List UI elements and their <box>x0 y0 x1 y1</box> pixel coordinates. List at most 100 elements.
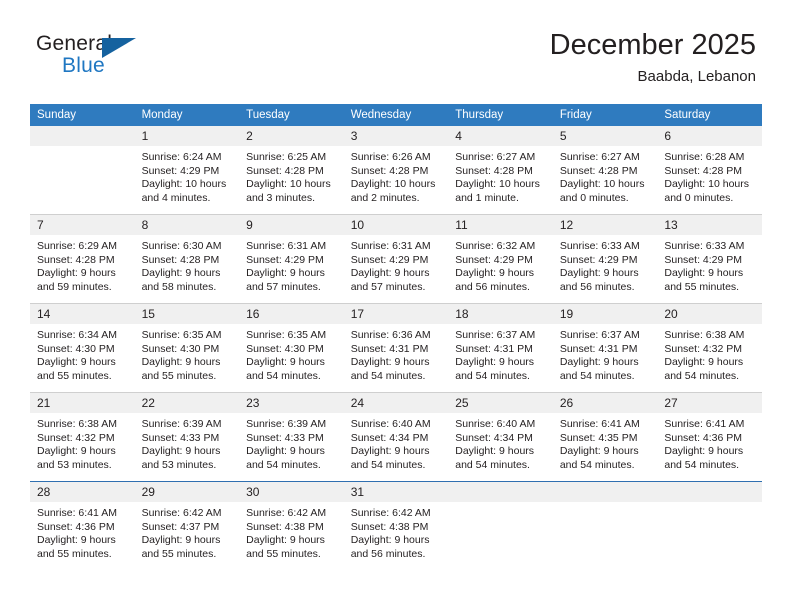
sunset-text: Sunset: 4:28 PM <box>141 253 220 266</box>
daylight-text-line1: Daylight: 9 hours <box>350 267 430 280</box>
day-number: 31 <box>343 482 449 502</box>
day-cell[interactable]: 31 Sunrise: 6:42 AM Sunset: 4:38 PM Dayl… <box>343 481 449 570</box>
day-info: Sunrise: 6:42 AM Sunset: 4:37 PM Dayligh… <box>135 502 240 561</box>
day-info <box>448 502 553 507</box>
daylight-text-line2: and 53 minutes. <box>141 458 217 471</box>
sunrise-text: Sunrise: 6:39 AM <box>141 418 222 430</box>
daylight-text-line2: and 2 minutes. <box>350 191 420 204</box>
daylight-text-line2: and 59 minutes. <box>37 280 112 293</box>
sunset-text: Sunset: 4:30 PM <box>37 342 115 355</box>
daylight-text-line2: and 55 minutes. <box>246 547 321 560</box>
sunset-text: Sunset: 4:38 PM <box>246 520 324 533</box>
sunset-text: Sunset: 4:31 PM <box>559 342 638 355</box>
day-cell[interactable]: 20 Sunrise: 6:38 AM Sunset: 4:32 PM Dayl… <box>657 303 762 393</box>
week-row: 7 Sunrise: 6:29 AM Sunset: 4:28 PM Dayli… <box>30 214 762 304</box>
day-number: 12 <box>552 215 658 235</box>
daylight-text-line2: and 54 minutes. <box>664 458 740 471</box>
weekday-header-monday: Monday <box>134 104 240 126</box>
day-cell[interactable]: 8 Sunrise: 6:30 AM Sunset: 4:28 PM Dayli… <box>134 214 240 304</box>
generalblue-logo[interactable]: General Blue <box>36 32 156 84</box>
sunset-text: Sunset: 4:34 PM <box>350 431 429 444</box>
day-number: 11 <box>448 215 553 235</box>
day-cell[interactable]: 4 Sunrise: 6:27 AM Sunset: 4:28 PM Dayli… <box>448 126 553 215</box>
daylight-text-line2: and 55 minutes. <box>37 369 112 382</box>
day-cell[interactable]: 17 Sunrise: 6:36 AM Sunset: 4:31 PM Dayl… <box>343 303 449 393</box>
day-cell[interactable]: 12 Sunrise: 6:33 AM Sunset: 4:29 PM Dayl… <box>552 214 658 304</box>
day-cell[interactable]: 24 Sunrise: 6:40 AM Sunset: 4:34 PM Dayl… <box>343 392 449 482</box>
daylight-text-line2: and 57 minutes. <box>246 280 321 293</box>
day-cell[interactable]: 11 Sunrise: 6:32 AM Sunset: 4:29 PM Dayl… <box>448 214 553 304</box>
day-cell[interactable]: 14 Sunrise: 6:34 AM Sunset: 4:30 PM Dayl… <box>30 303 135 393</box>
day-cell[interactable]: 25 Sunrise: 6:40 AM Sunset: 4:34 PM Dayl… <box>448 392 553 482</box>
daylight-text-line1: Daylight: 9 hours <box>455 445 535 458</box>
sunset-text: Sunset: 4:28 PM <box>37 253 115 266</box>
day-cell[interactable]: 5 Sunrise: 6:27 AM Sunset: 4:28 PM Dayli… <box>552 126 658 215</box>
sunrise-text: Sunrise: 6:26 AM <box>350 151 431 163</box>
sunset-text: Sunset: 4:28 PM <box>455 164 533 177</box>
day-cell[interactable] <box>552 481 658 570</box>
day-cell[interactable] <box>657 481 762 570</box>
sunset-text: Sunset: 4:29 PM <box>559 253 638 266</box>
day-number: 19 <box>552 304 658 324</box>
daylight-text-line1: Daylight: 9 hours <box>141 445 221 458</box>
sunrise-text: Sunrise: 6:33 AM <box>664 240 745 252</box>
day-cell[interactable]: 16 Sunrise: 6:35 AM Sunset: 4:30 PM Dayl… <box>239 303 344 393</box>
day-cell[interactable] <box>448 481 553 570</box>
day-cell[interactable]: 3 Sunrise: 6:26 AM Sunset: 4:28 PM Dayli… <box>343 126 449 215</box>
sunset-text: Sunset: 4:29 PM <box>350 253 429 266</box>
daylight-text-line1: Daylight: 9 hours <box>141 267 221 280</box>
day-info: Sunrise: 6:25 AM Sunset: 4:28 PM Dayligh… <box>239 146 344 205</box>
day-info: Sunrise: 6:42 AM Sunset: 4:38 PM Dayligh… <box>239 502 344 561</box>
daylight-text-line2: and 57 minutes. <box>350 280 426 293</box>
day-info: Sunrise: 6:39 AM Sunset: 4:33 PM Dayligh… <box>239 413 344 472</box>
day-cell[interactable]: 28 Sunrise: 6:41 AM Sunset: 4:36 PM Dayl… <box>30 481 135 570</box>
daylight-text-line1: Daylight: 10 hours <box>664 178 750 191</box>
day-number: 7 <box>30 215 135 235</box>
sunrise-text: Sunrise: 6:38 AM <box>37 418 117 430</box>
day-cell[interactable]: 15 Sunrise: 6:35 AM Sunset: 4:30 PM Dayl… <box>134 303 240 393</box>
day-info: Sunrise: 6:39 AM Sunset: 4:33 PM Dayligh… <box>135 413 240 472</box>
day-info: Sunrise: 6:31 AM Sunset: 4:29 PM Dayligh… <box>239 235 344 294</box>
day-cell[interactable]: 30 Sunrise: 6:42 AM Sunset: 4:38 PM Dayl… <box>239 481 344 570</box>
day-info: Sunrise: 6:29 AM Sunset: 4:28 PM Dayligh… <box>30 235 135 294</box>
day-info: Sunrise: 6:36 AM Sunset: 4:31 PM Dayligh… <box>344 324 449 383</box>
day-cell[interactable]: 13 Sunrise: 6:33 AM Sunset: 4:29 PM Dayl… <box>657 214 762 304</box>
day-number: 8 <box>134 215 240 235</box>
day-cell[interactable]: 23 Sunrise: 6:39 AM Sunset: 4:33 PM Dayl… <box>239 392 344 482</box>
day-cell[interactable]: 7 Sunrise: 6:29 AM Sunset: 4:28 PM Dayli… <box>30 214 135 304</box>
sunrise-text: Sunrise: 6:31 AM <box>350 240 431 252</box>
day-info: Sunrise: 6:24 AM Sunset: 4:29 PM Dayligh… <box>135 146 240 205</box>
day-cell[interactable]: 19 Sunrise: 6:37 AM Sunset: 4:31 PM Dayl… <box>552 303 658 393</box>
day-cell[interactable]: 10 Sunrise: 6:31 AM Sunset: 4:29 PM Dayl… <box>343 214 449 304</box>
sunrise-text: Sunrise: 6:39 AM <box>246 418 327 430</box>
day-cell[interactable]: 22 Sunrise: 6:39 AM Sunset: 4:33 PM Dayl… <box>134 392 240 482</box>
day-info: Sunrise: 6:34 AM Sunset: 4:30 PM Dayligh… <box>30 324 135 383</box>
calendar-page: General Blue December 2025 Baabda, Leban… <box>0 0 792 612</box>
weekday-header-friday: Friday <box>552 104 658 126</box>
sunrise-text: Sunrise: 6:42 AM <box>350 507 431 519</box>
weekday-header-row: Sunday Monday Tuesday Wednesday Thursday… <box>30 104 762 126</box>
daylight-text-line2: and 54 minutes. <box>350 458 426 471</box>
day-cell[interactable]: 1 Sunrise: 6:24 AM Sunset: 4:29 PM Dayli… <box>134 126 240 215</box>
day-cell[interactable]: 6 Sunrise: 6:28 AM Sunset: 4:28 PM Dayli… <box>657 126 762 215</box>
sunset-text: Sunset: 4:31 PM <box>350 342 429 355</box>
day-cell[interactable]: 2 Sunrise: 6:25 AM Sunset: 4:28 PM Dayli… <box>239 126 344 215</box>
day-cell[interactable]: 9 Sunrise: 6:31 AM Sunset: 4:29 PM Dayli… <box>239 214 344 304</box>
daylight-text-line1: Daylight: 10 hours <box>246 178 331 191</box>
day-cell[interactable]: 18 Sunrise: 6:37 AM Sunset: 4:31 PM Dayl… <box>448 303 553 393</box>
day-number: 15 <box>134 304 240 324</box>
sunrise-text: Sunrise: 6:29 AM <box>37 240 117 252</box>
sunset-text: Sunset: 4:29 PM <box>664 253 743 266</box>
week-row: 21 Sunrise: 6:38 AM Sunset: 4:32 PM Dayl… <box>30 392 762 482</box>
sunrise-text: Sunrise: 6:40 AM <box>350 418 431 430</box>
daylight-text-line1: Daylight: 9 hours <box>37 534 116 547</box>
daylight-text-line1: Daylight: 9 hours <box>141 534 221 547</box>
sunset-text: Sunset: 4:36 PM <box>664 431 743 444</box>
day-cell[interactable]: 29 Sunrise: 6:42 AM Sunset: 4:37 PM Dayl… <box>134 481 240 570</box>
day-cell[interactable]: 26 Sunrise: 6:41 AM Sunset: 4:35 PM Dayl… <box>552 392 658 482</box>
day-cell[interactable]: 27 Sunrise: 6:41 AM Sunset: 4:36 PM Dayl… <box>657 392 762 482</box>
logo-text-general: General <box>36 32 113 55</box>
day-cell[interactable]: 21 Sunrise: 6:38 AM Sunset: 4:32 PM Dayl… <box>30 392 135 482</box>
daylight-text-line2: and 0 minutes. <box>664 191 734 204</box>
day-cell[interactable] <box>30 126 135 215</box>
